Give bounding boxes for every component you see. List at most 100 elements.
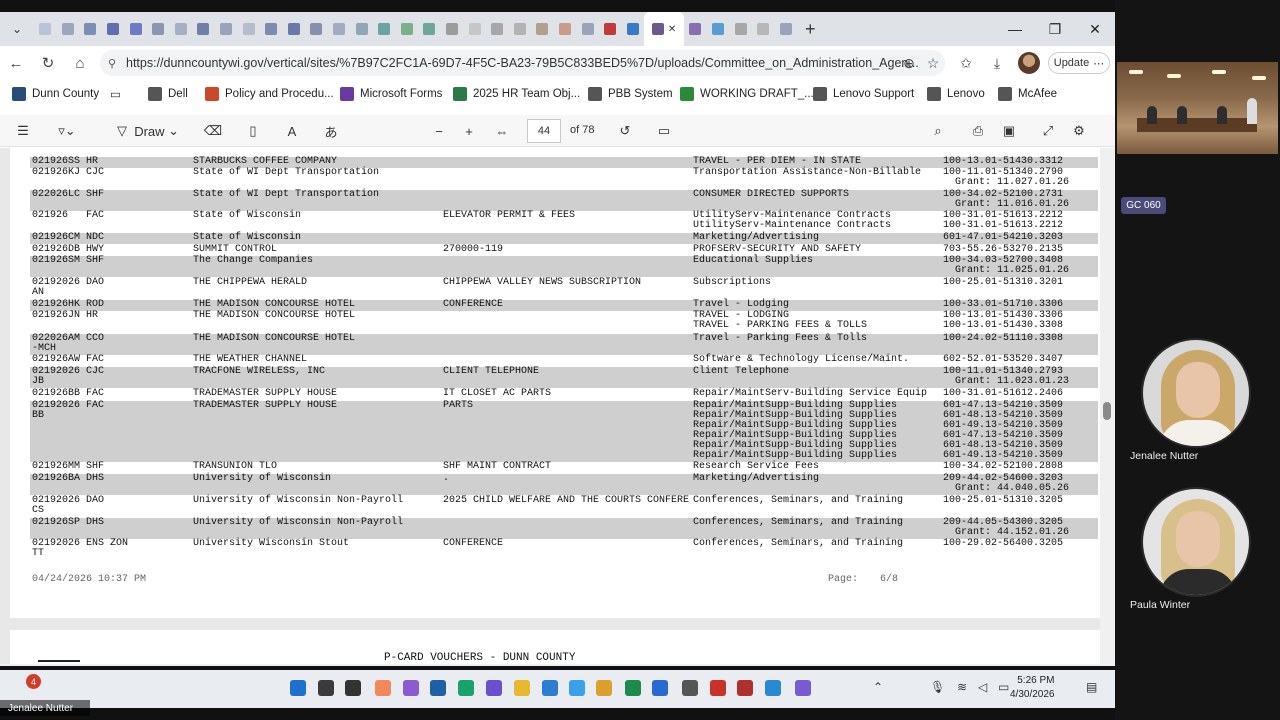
taskbar-app-icon[interactable] [596, 680, 612, 696]
profile-avatar[interactable] [1018, 52, 1040, 74]
bookmark-item[interactable]: Policy and Procedu... [205, 87, 334, 101]
battery-icon[interactable]: ▭ [998, 680, 1009, 694]
favorite-star-icon[interactable]: ☆ [922, 50, 944, 76]
tab[interactable] [215, 12, 238, 46]
zoom-icon[interactable]: ⊕ [898, 50, 920, 76]
fit-page-icon[interactable]: ⇔ [491, 120, 513, 142]
pdf-viewport[interactable]: 021926SS HR STARBUCKS COFFEE COMPANY TRAVEL… [0, 148, 1115, 666]
tab[interactable] [599, 12, 622, 46]
tab[interactable] [486, 12, 509, 46]
zoom-in-icon[interactable]: + [458, 120, 480, 142]
taskbar-app-icon[interactable] [318, 680, 334, 696]
taskbar-app-icon[interactable] [430, 680, 446, 696]
more-icon[interactable]: ⋯ [1093, 57, 1104, 70]
tab[interactable] [508, 12, 531, 46]
page-view-icon[interactable]: ▭ [653, 120, 675, 142]
tab[interactable]: ✕ [644, 12, 685, 46]
settings-gear-icon[interactable]: ⚙ [1068, 120, 1090, 142]
taskbar-app-icon[interactable] [458, 680, 474, 696]
tab[interactable] [684, 12, 707, 46]
close-window-icon[interactable]: ✕ [1075, 12, 1115, 46]
tab[interactable] [752, 12, 775, 46]
search-icon[interactable]: ⌕ [927, 120, 949, 142]
tab[interactable] [124, 12, 147, 46]
taskbar-app-icon[interactable] [514, 680, 530, 696]
bookmark-item[interactable]: McAfee [998, 87, 1057, 101]
horizontal-scrollbar[interactable] [0, 664, 1100, 666]
contents-icon[interactable]: ☰ [12, 120, 34, 142]
taskbar-app-icon[interactable] [290, 680, 306, 696]
zoom-out-icon[interactable]: − [428, 120, 450, 142]
reload-icon[interactable]: ↻ [32, 48, 64, 78]
save-icon[interactable]: ▣ [998, 120, 1020, 142]
tab[interactable] [707, 12, 730, 46]
tab[interactable] [260, 12, 283, 46]
tab[interactable] [774, 12, 797, 46]
page-number-input[interactable]: 44 [527, 119, 561, 143]
read-aloud-icon[interactable]: A [281, 120, 303, 142]
tab[interactable] [237, 12, 260, 46]
bookmark-mail-icon[interactable]: ▭ [110, 87, 121, 101]
back-icon[interactable]: ← [0, 48, 32, 78]
tab[interactable] [170, 12, 193, 46]
tab[interactable] [102, 12, 125, 46]
tab[interactable] [192, 12, 215, 46]
taskbar-app-icon[interactable] [542, 680, 558, 696]
notification-icon[interactable]: ▤ [1086, 680, 1097, 694]
taskbar-app-icon[interactable] [710, 680, 726, 696]
url-field[interactable]: ⚲ https://dunncountywi.gov/vertical/site… [100, 50, 945, 76]
bookmark-item[interactable]: Dunn County [12, 87, 99, 101]
room-video-feed[interactable] [1117, 62, 1278, 154]
taskbar-app-icon[interactable] [569, 680, 585, 696]
taskbar-app-icon[interactable] [375, 680, 391, 696]
update-button[interactable]: Update ⋯ [1048, 52, 1110, 74]
tab[interactable] [283, 12, 306, 46]
tab[interactable] [396, 12, 419, 46]
taskbar-app-icon[interactable] [625, 680, 641, 696]
bookmark-item[interactable]: Lenovo Support [813, 87, 914, 101]
bookmark-item[interactable]: 2025 HR Team Obj... [453, 87, 580, 101]
tab[interactable] [34, 12, 57, 46]
vertical-scroll-thumb[interactable] [1103, 402, 1111, 420]
tray-chevron-icon[interactable]: ⌃ [873, 680, 883, 694]
tab[interactable] [531, 12, 554, 46]
tab[interactable] [350, 12, 373, 46]
draw-button[interactable]: ▽ Draw ⌄ [108, 120, 188, 142]
print-icon[interactable]: ⎙ [967, 120, 989, 142]
tab[interactable] [305, 12, 328, 46]
tab[interactable] [621, 12, 644, 46]
tab[interactable] [147, 12, 170, 46]
favorites-icon[interactable]: ✩ [955, 50, 977, 76]
tab-list-chevron-icon[interactable]: ⌄ [0, 22, 34, 36]
tab[interactable] [57, 12, 80, 46]
bookmark-item[interactable]: PBB System [588, 87, 673, 101]
bookmark-item[interactable]: Dell [148, 87, 188, 101]
tab[interactable] [463, 12, 486, 46]
bookmark-item[interactable]: WORKING DRAFT_... [680, 87, 814, 101]
text-icon[interactable]: ▯ [242, 120, 264, 142]
tab[interactable] [328, 12, 351, 46]
minimize-icon[interactable]: — [995, 12, 1035, 46]
taskbar-app-icon[interactable] [765, 680, 781, 696]
tab[interactable] [373, 12, 396, 46]
close-tab-icon[interactable]: ✕ [668, 24, 676, 35]
participant-video-jenalee[interactable] [1141, 338, 1251, 448]
tab[interactable] [79, 12, 102, 46]
fullscreen-icon[interactable]: ⤢ [1037, 120, 1059, 142]
tab[interactable] [576, 12, 599, 46]
volume-icon[interactable]: ◁ [978, 680, 987, 694]
new-tab-icon[interactable]: + [805, 19, 816, 40]
clock[interactable]: 5:26 PM 4/30/2026 [1010, 674, 1055, 702]
taskbar-app-icon[interactable] [795, 680, 811, 696]
taskbar-app-icon[interactable] [682, 680, 698, 696]
bookmark-item[interactable]: Microsoft Forms [340, 87, 442, 101]
tab[interactable] [441, 12, 464, 46]
wifi-icon[interactable]: ≋ [957, 680, 967, 694]
notification-badge[interactable]: 4 [26, 674, 41, 689]
mic-muted-icon[interactable]: 🎙 [930, 680, 945, 694]
participant-video-paula[interactable] [1141, 487, 1251, 597]
eraser-icon[interactable]: ⌫ [202, 120, 224, 142]
downloads-icon[interactable]: ⤓ [986, 50, 1008, 76]
taskbar-app-icon[interactable] [345, 680, 361, 696]
home-icon[interactable]: ⌂ [64, 48, 96, 78]
